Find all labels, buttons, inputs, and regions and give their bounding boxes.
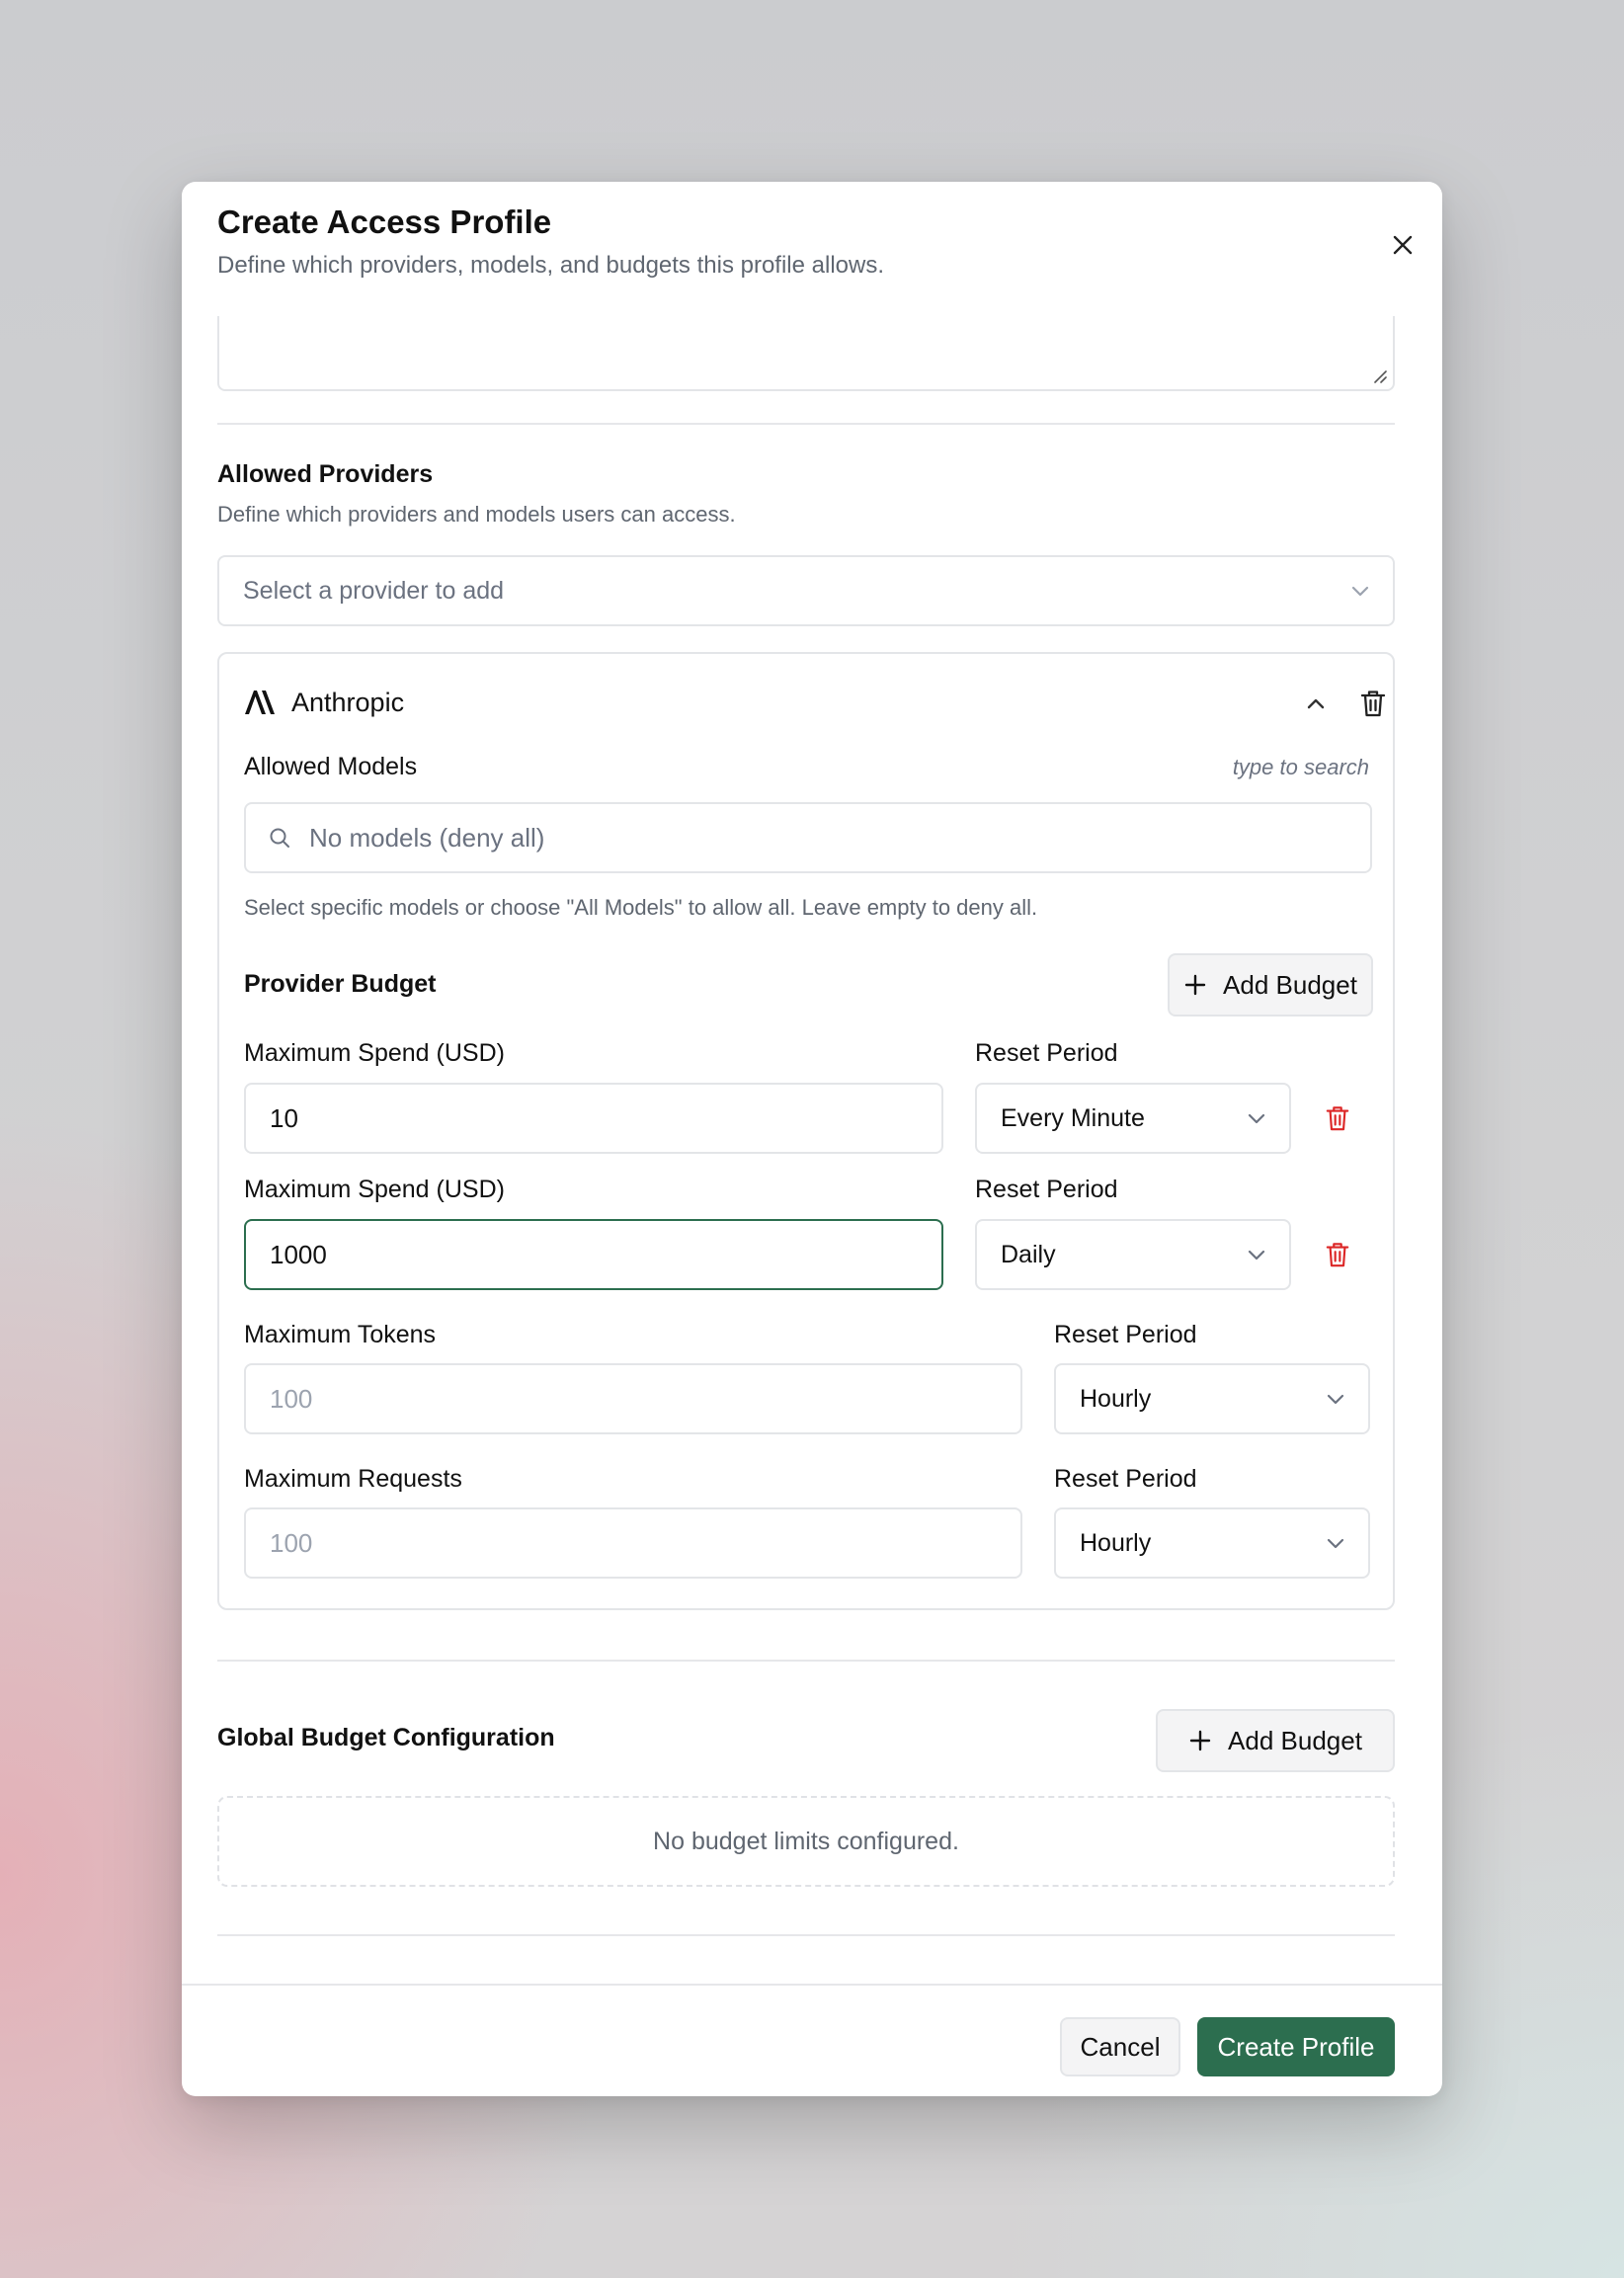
empty-state-text: No budget limits configured. <box>653 1827 959 1855</box>
add-global-budget-button[interactable]: Add Budget <box>1156 1709 1395 1772</box>
section-divider <box>217 1660 1395 1662</box>
reset-period-value: Hourly <box>1080 1384 1152 1413</box>
dialog-title: Create Access Profile <box>217 203 552 240</box>
max-requests-input[interactable]: 100 <box>244 1507 1022 1579</box>
description-textarea[interactable] <box>217 316 1395 391</box>
add-budget-label: Add Budget <box>1228 1725 1362 1755</box>
max-tokens-placeholder: 100 <box>270 1383 313 1414</box>
anthropic-logo <box>245 691 275 714</box>
provider-select-placeholder: Select a provider to add <box>243 576 505 605</box>
close-button[interactable] <box>1385 227 1421 263</box>
chevron-down-icon <box>1327 1538 1344 1549</box>
allowed-providers-title: Allowed Providers <box>217 460 434 488</box>
reset-period-value: Daily <box>1001 1240 1056 1268</box>
reset-period-value: Every Minute <box>1001 1103 1145 1132</box>
max-spend-value: 10 <box>270 1102 298 1133</box>
models-search-hint: type to search <box>1232 755 1369 779</box>
max-requests-label: Maximum Requests <box>244 1465 462 1493</box>
reset-period-value: Hourly <box>1080 1528 1152 1557</box>
reset-period-label: Reset Period <box>975 1039 1118 1067</box>
reset-period-select[interactable]: Every Minute <box>975 1083 1291 1154</box>
reset-period-label: Reset Period <box>1054 1321 1197 1348</box>
cancel-button[interactable]: Cancel <box>1060 2017 1180 2076</box>
max-spend-input[interactable]: 10 <box>244 1083 943 1154</box>
allowed-models-label: Allowed Models <box>244 753 418 780</box>
chevron-down-icon <box>1248 1250 1265 1261</box>
global-budget-title: Global Budget Configuration <box>217 1724 555 1751</box>
search-icon <box>270 828 289 848</box>
trash-icon <box>1326 1243 1349 1267</box>
models-help-text: Select specific models or choose "All Mo… <box>244 895 1038 920</box>
delete-budget-button[interactable] <box>1318 1098 1357 1138</box>
footer-divider <box>182 1984 1442 1986</box>
tokens-reset-period-select[interactable]: Hourly <box>1054 1363 1370 1434</box>
max-tokens-label: Maximum Tokens <box>244 1321 437 1348</box>
resize-grip-icon[interactable] <box>1373 369 1387 383</box>
trash-icon <box>1360 691 1386 717</box>
create-access-profile-dialog: Create Access Profile Define which provi… <box>182 182 1442 2096</box>
max-spend-input[interactable]: 1000 <box>244 1219 943 1290</box>
provider-name: Anthropic <box>291 688 405 717</box>
models-search-input[interactable]: No models (deny all) <box>244 802 1372 873</box>
provider-card-anthropic: Anthropic Allowed Models type to search … <box>217 652 1395 1610</box>
collapse-provider-button[interactable] <box>1298 686 1334 721</box>
trash-icon <box>1326 1106 1349 1131</box>
section-divider <box>217 423 1395 425</box>
create-profile-label: Create Profile <box>1217 2031 1375 2062</box>
requests-reset-period-select[interactable]: Hourly <box>1054 1507 1370 1579</box>
plus-icon <box>1184 974 1206 996</box>
models-search-placeholder: No models (deny all) <box>309 822 545 853</box>
section-divider <box>217 1934 1395 1936</box>
remove-provider-button[interactable] <box>1353 684 1393 723</box>
provider-select[interactable]: Select a provider to add <box>217 555 1395 626</box>
max-spend-label: Maximum Spend (USD) <box>244 1176 505 1203</box>
max-tokens-input[interactable]: 100 <box>244 1363 1022 1434</box>
chevron-down-icon <box>1327 1394 1344 1405</box>
global-budget-empty-state: No budget limits configured. <box>217 1796 1395 1887</box>
max-requests-placeholder: 100 <box>270 1527 313 1558</box>
max-spend-label: Maximum Spend (USD) <box>244 1039 505 1067</box>
chevron-down-icon <box>1351 586 1369 597</box>
add-provider-budget-button[interactable]: Add Budget <box>1168 953 1373 1017</box>
add-budget-label: Add Budget <box>1223 969 1357 1000</box>
chevron-down-icon <box>1248 1113 1265 1124</box>
reset-period-label: Reset Period <box>975 1176 1118 1203</box>
allowed-providers-description: Define which providers and models users … <box>217 502 736 527</box>
close-icon <box>1393 235 1413 255</box>
max-spend-value: 1000 <box>270 1239 327 1269</box>
plus-icon <box>1189 1730 1211 1751</box>
dialog-subtitle: Define which providers, models, and budg… <box>217 252 885 279</box>
delete-budget-button[interactable] <box>1318 1235 1357 1274</box>
chevron-up-icon <box>1307 698 1325 709</box>
cancel-label: Cancel <box>1080 2031 1161 2062</box>
provider-budget-label: Provider Budget <box>244 970 437 998</box>
create-profile-button[interactable]: Create Profile <box>1197 2017 1395 2076</box>
reset-period-label: Reset Period <box>1054 1465 1197 1493</box>
reset-period-select[interactable]: Daily <box>975 1219 1291 1290</box>
